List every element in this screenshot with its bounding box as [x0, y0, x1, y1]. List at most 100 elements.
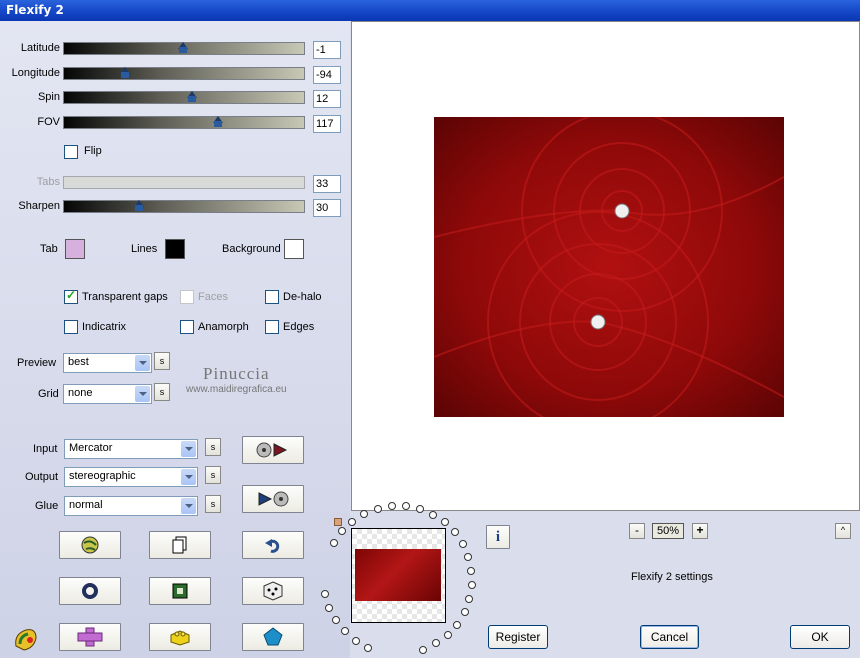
- title-bar: Flexify 2: [0, 0, 860, 21]
- preset-slot[interactable]: [443, 630, 452, 639]
- logo-icon: [15, 629, 37, 651]
- settings-label: Flexify 2 settings: [631, 571, 713, 583]
- random-button[interactable]: [242, 577, 304, 605]
- input-s-button[interactable]: s: [205, 438, 221, 456]
- frame-button[interactable]: [149, 577, 211, 605]
- preset-slot[interactable]: [453, 620, 462, 629]
- indicatrix-label: Indicatrix: [82, 321, 127, 333]
- longitude-value[interactable]: -94: [313, 66, 341, 84]
- dehalo-checkbox[interactable]: [265, 290, 279, 304]
- fov-slider-thumb[interactable]: [213, 116, 223, 128]
- ring-button[interactable]: [59, 577, 121, 605]
- preset-slot[interactable]: [464, 553, 473, 562]
- edges-checkbox[interactable]: [265, 320, 279, 334]
- input-select[interactable]: Mercator: [64, 439, 198, 459]
- tab-color-label: Tab: [40, 243, 58, 255]
- preset-slot[interactable]: [440, 518, 449, 527]
- watermark-site: www.maidiregrafica.eu: [186, 384, 287, 395]
- glue-select-value: normal: [69, 499, 103, 511]
- output-select[interactable]: stereographic: [64, 467, 198, 487]
- preset-slot[interactable]: [460, 608, 469, 617]
- edges-label: Edges: [283, 321, 315, 333]
- flip-checkbox[interactable]: [64, 145, 78, 159]
- cancel-button[interactable]: Cancel: [640, 625, 699, 649]
- preset-slot[interactable]: [419, 645, 428, 654]
- longitude-label: Longitude: [11, 67, 60, 79]
- glue-select[interactable]: normal: [64, 496, 198, 516]
- longitude-slider[interactable]: [63, 67, 305, 80]
- preview-select-value: best: [68, 356, 89, 368]
- sharpen-value[interactable]: 30: [313, 199, 341, 217]
- faces-checkbox: [180, 290, 194, 304]
- preset-slot[interactable]: [465, 595, 474, 604]
- faces-label: Faces: [198, 291, 228, 303]
- zoom-out-button[interactable]: -: [629, 523, 645, 539]
- ok-button[interactable]: OK: [790, 625, 850, 649]
- grid-select[interactable]: none: [63, 384, 152, 404]
- randomize-button[interactable]: [59, 531, 121, 559]
- latitude-slider[interactable]: [63, 42, 305, 55]
- preset-slot[interactable]: [467, 566, 476, 575]
- fov-value[interactable]: 117: [313, 115, 341, 133]
- watermark: Pinuccia www.maidiregrafica.eu: [186, 364, 287, 395]
- plus-button[interactable]: [59, 623, 121, 651]
- preset-slot[interactable]: [363, 643, 372, 652]
- tabs-value[interactable]: 33: [313, 175, 341, 193]
- preset-slot[interactable]: [458, 540, 467, 549]
- info-button[interactable]: i: [486, 525, 510, 549]
- latitude-value[interactable]: -1: [313, 41, 341, 59]
- preset-slot[interactable]: [415, 505, 424, 514]
- preview-s-button[interactable]: s: [154, 352, 170, 370]
- output-select-value: stereographic: [69, 470, 136, 482]
- tab-color-swatch[interactable]: [65, 239, 85, 259]
- indicatrix-checkbox[interactable]: [64, 320, 78, 334]
- fov-slider[interactable]: [63, 116, 305, 129]
- navigator-handle[interactable]: [334, 518, 342, 526]
- preset-slot[interactable]: [467, 581, 476, 590]
- preset-slot[interactable]: [450, 528, 459, 537]
- zoom-level: 50%: [652, 523, 684, 539]
- transparent-gaps-checkbox[interactable]: ✓: [64, 288, 78, 304]
- load-preset-button[interactable]: [242, 436, 304, 464]
- preview-select[interactable]: best: [63, 353, 152, 373]
- flip-label: Flip: [84, 145, 102, 157]
- save-preset-button[interactable]: [242, 485, 304, 513]
- sharpen-slider[interactable]: [63, 200, 305, 213]
- preset-slot[interactable]: [387, 502, 396, 511]
- preset-slot[interactable]: [373, 504, 382, 513]
- pentagon-button[interactable]: [242, 623, 304, 651]
- latitude-label: Latitude: [20, 42, 60, 54]
- preset-slot[interactable]: [329, 539, 338, 547]
- register-button[interactable]: Register: [488, 625, 548, 649]
- background-color-label: Background: [222, 243, 281, 255]
- preset-slot[interactable]: [428, 510, 437, 519]
- grid-s-button[interactable]: s: [154, 383, 170, 401]
- chevron-up-icon: ^: [840, 525, 846, 535]
- preview-canvas[interactable]: [351, 21, 860, 511]
- latitude-slider-thumb[interactable]: [178, 42, 188, 54]
- glue-s-button[interactable]: s: [205, 495, 221, 513]
- output-s-button[interactable]: s: [205, 466, 221, 484]
- lines-color-swatch[interactable]: [165, 239, 185, 259]
- preset-slot[interactable]: [360, 510, 369, 519]
- background-color-swatch[interactable]: [284, 239, 304, 259]
- spin-slider-thumb[interactable]: [187, 91, 197, 103]
- spin-value[interactable]: 12: [313, 90, 341, 108]
- anamorph-checkbox[interactable]: [180, 320, 194, 334]
- zoom-in-button[interactable]: +: [692, 523, 708, 539]
- longitude-slider-thumb[interactable]: [120, 67, 130, 79]
- expand-button[interactable]: ^: [835, 523, 851, 539]
- undo-button[interactable]: [242, 531, 304, 559]
- preset-slot[interactable]: [351, 636, 360, 645]
- preset-slot[interactable]: [432, 639, 441, 648]
- ring-icon: [82, 583, 98, 599]
- sharpen-slider-thumb[interactable]: [134, 200, 144, 212]
- fov-label: FOV: [37, 116, 60, 128]
- preset-slot[interactable]: [348, 517, 357, 526]
- spin-slider[interactable]: [63, 91, 305, 104]
- glue-select-label: Glue: [35, 500, 59, 512]
- copy-button[interactable]: [149, 531, 211, 559]
- pentagon-icon: [263, 627, 283, 646]
- brick-button[interactable]: [149, 623, 211, 651]
- thumbnail-preview[interactable]: [351, 528, 446, 623]
